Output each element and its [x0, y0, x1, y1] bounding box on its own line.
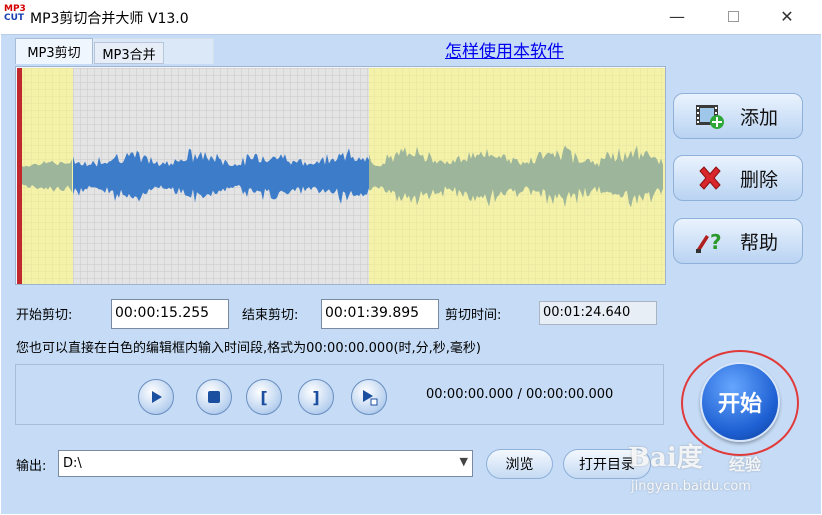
- title-bar: MP3 CUT MP3剪切合并大师 V13.0 — ✕: [0, 0, 822, 34]
- maximize-button[interactable]: [710, 0, 756, 32]
- window-title: MP3剪切合并大师 V13.0: [30, 11, 189, 27]
- player-panel: [ ] 00:00:00.000 / 00:00:00.000: [15, 364, 664, 425]
- help-button-label: 帮助: [740, 231, 779, 254]
- start-cut-input[interactable]: 00:00:15.255: [111, 299, 229, 329]
- stop-icon: [208, 391, 220, 403]
- close-button[interactable]: ✕: [764, 0, 810, 32]
- help-question-icon: ?: [688, 227, 732, 255]
- end-cut-input[interactable]: 00:01:39.895: [321, 299, 439, 329]
- time-format-hint: 您也可以直接在白色的编辑框内输入时间段,格式为00:00:00.000(时,分,…: [16, 341, 482, 356]
- play-selection-button[interactable]: [351, 379, 387, 415]
- main-panel: MP3剪切 MP3合并 怎样使用本软件 添加 删除 ? 帮助 开始剪切: 00:…: [1, 34, 821, 514]
- set-start-button[interactable]: [: [246, 379, 282, 415]
- watermark-url: jingyan.baidu.com: [631, 479, 751, 494]
- delete-button[interactable]: 删除: [673, 155, 803, 201]
- add-button[interactable]: 添加: [673, 93, 803, 139]
- output-path-select[interactable]: D:\ ▼: [58, 450, 473, 477]
- playhead-marker[interactable]: [17, 68, 22, 284]
- watermark-brand: Bai度: [628, 443, 703, 473]
- minimize-icon: —: [669, 6, 685, 26]
- playback-position: 00:00:00.000 / 00:00:00.000: [426, 387, 614, 402]
- watermark-brand-suffix: 经验: [729, 455, 762, 474]
- browse-button[interactable]: 浏览: [486, 449, 553, 479]
- bracket-right-icon: ]: [312, 387, 320, 407]
- film-add-icon: [688, 102, 732, 130]
- stop-button[interactable]: [196, 379, 232, 415]
- minimize-button[interactable]: —: [654, 0, 700, 32]
- red-x-icon: [688, 164, 732, 192]
- delete-button-label: 删除: [740, 168, 779, 191]
- help-button[interactable]: ? 帮助: [673, 218, 803, 264]
- output-label: 输出:: [16, 459, 47, 474]
- tab-mp3-merge[interactable]: MP3合并: [94, 42, 164, 64]
- waveform-display[interactable]: [17, 68, 665, 284]
- start-cut-label: 开始剪切:: [16, 308, 73, 323]
- cut-duration-value: 00:01:24.640: [539, 301, 657, 325]
- play-button[interactable]: [138, 379, 174, 415]
- svg-text:?: ?: [710, 230, 722, 254]
- cut-duration-label: 剪切时间:: [445, 308, 502, 323]
- play-icon: [152, 391, 162, 403]
- output-path-value: D:\: [63, 456, 82, 471]
- play-selection-icon: [363, 390, 378, 406]
- maximize-icon: [727, 10, 739, 22]
- app-logo-icon: MP3 CUT: [4, 4, 26, 23]
- help-link[interactable]: 怎样使用本软件: [445, 37, 564, 62]
- waveform-panel[interactable]: [15, 66, 666, 285]
- tab-mp3-cut[interactable]: MP3剪切: [15, 38, 93, 64]
- add-button-label: 添加: [740, 106, 779, 129]
- end-cut-label: 结束剪切:: [242, 308, 299, 323]
- close-icon: ✕: [780, 6, 794, 26]
- set-end-button[interactable]: ]: [298, 379, 334, 415]
- start-button[interactable]: 开始: [700, 362, 780, 442]
- chevron-down-icon[interactable]: ▼: [460, 455, 468, 468]
- bracket-left-icon: [: [260, 387, 268, 407]
